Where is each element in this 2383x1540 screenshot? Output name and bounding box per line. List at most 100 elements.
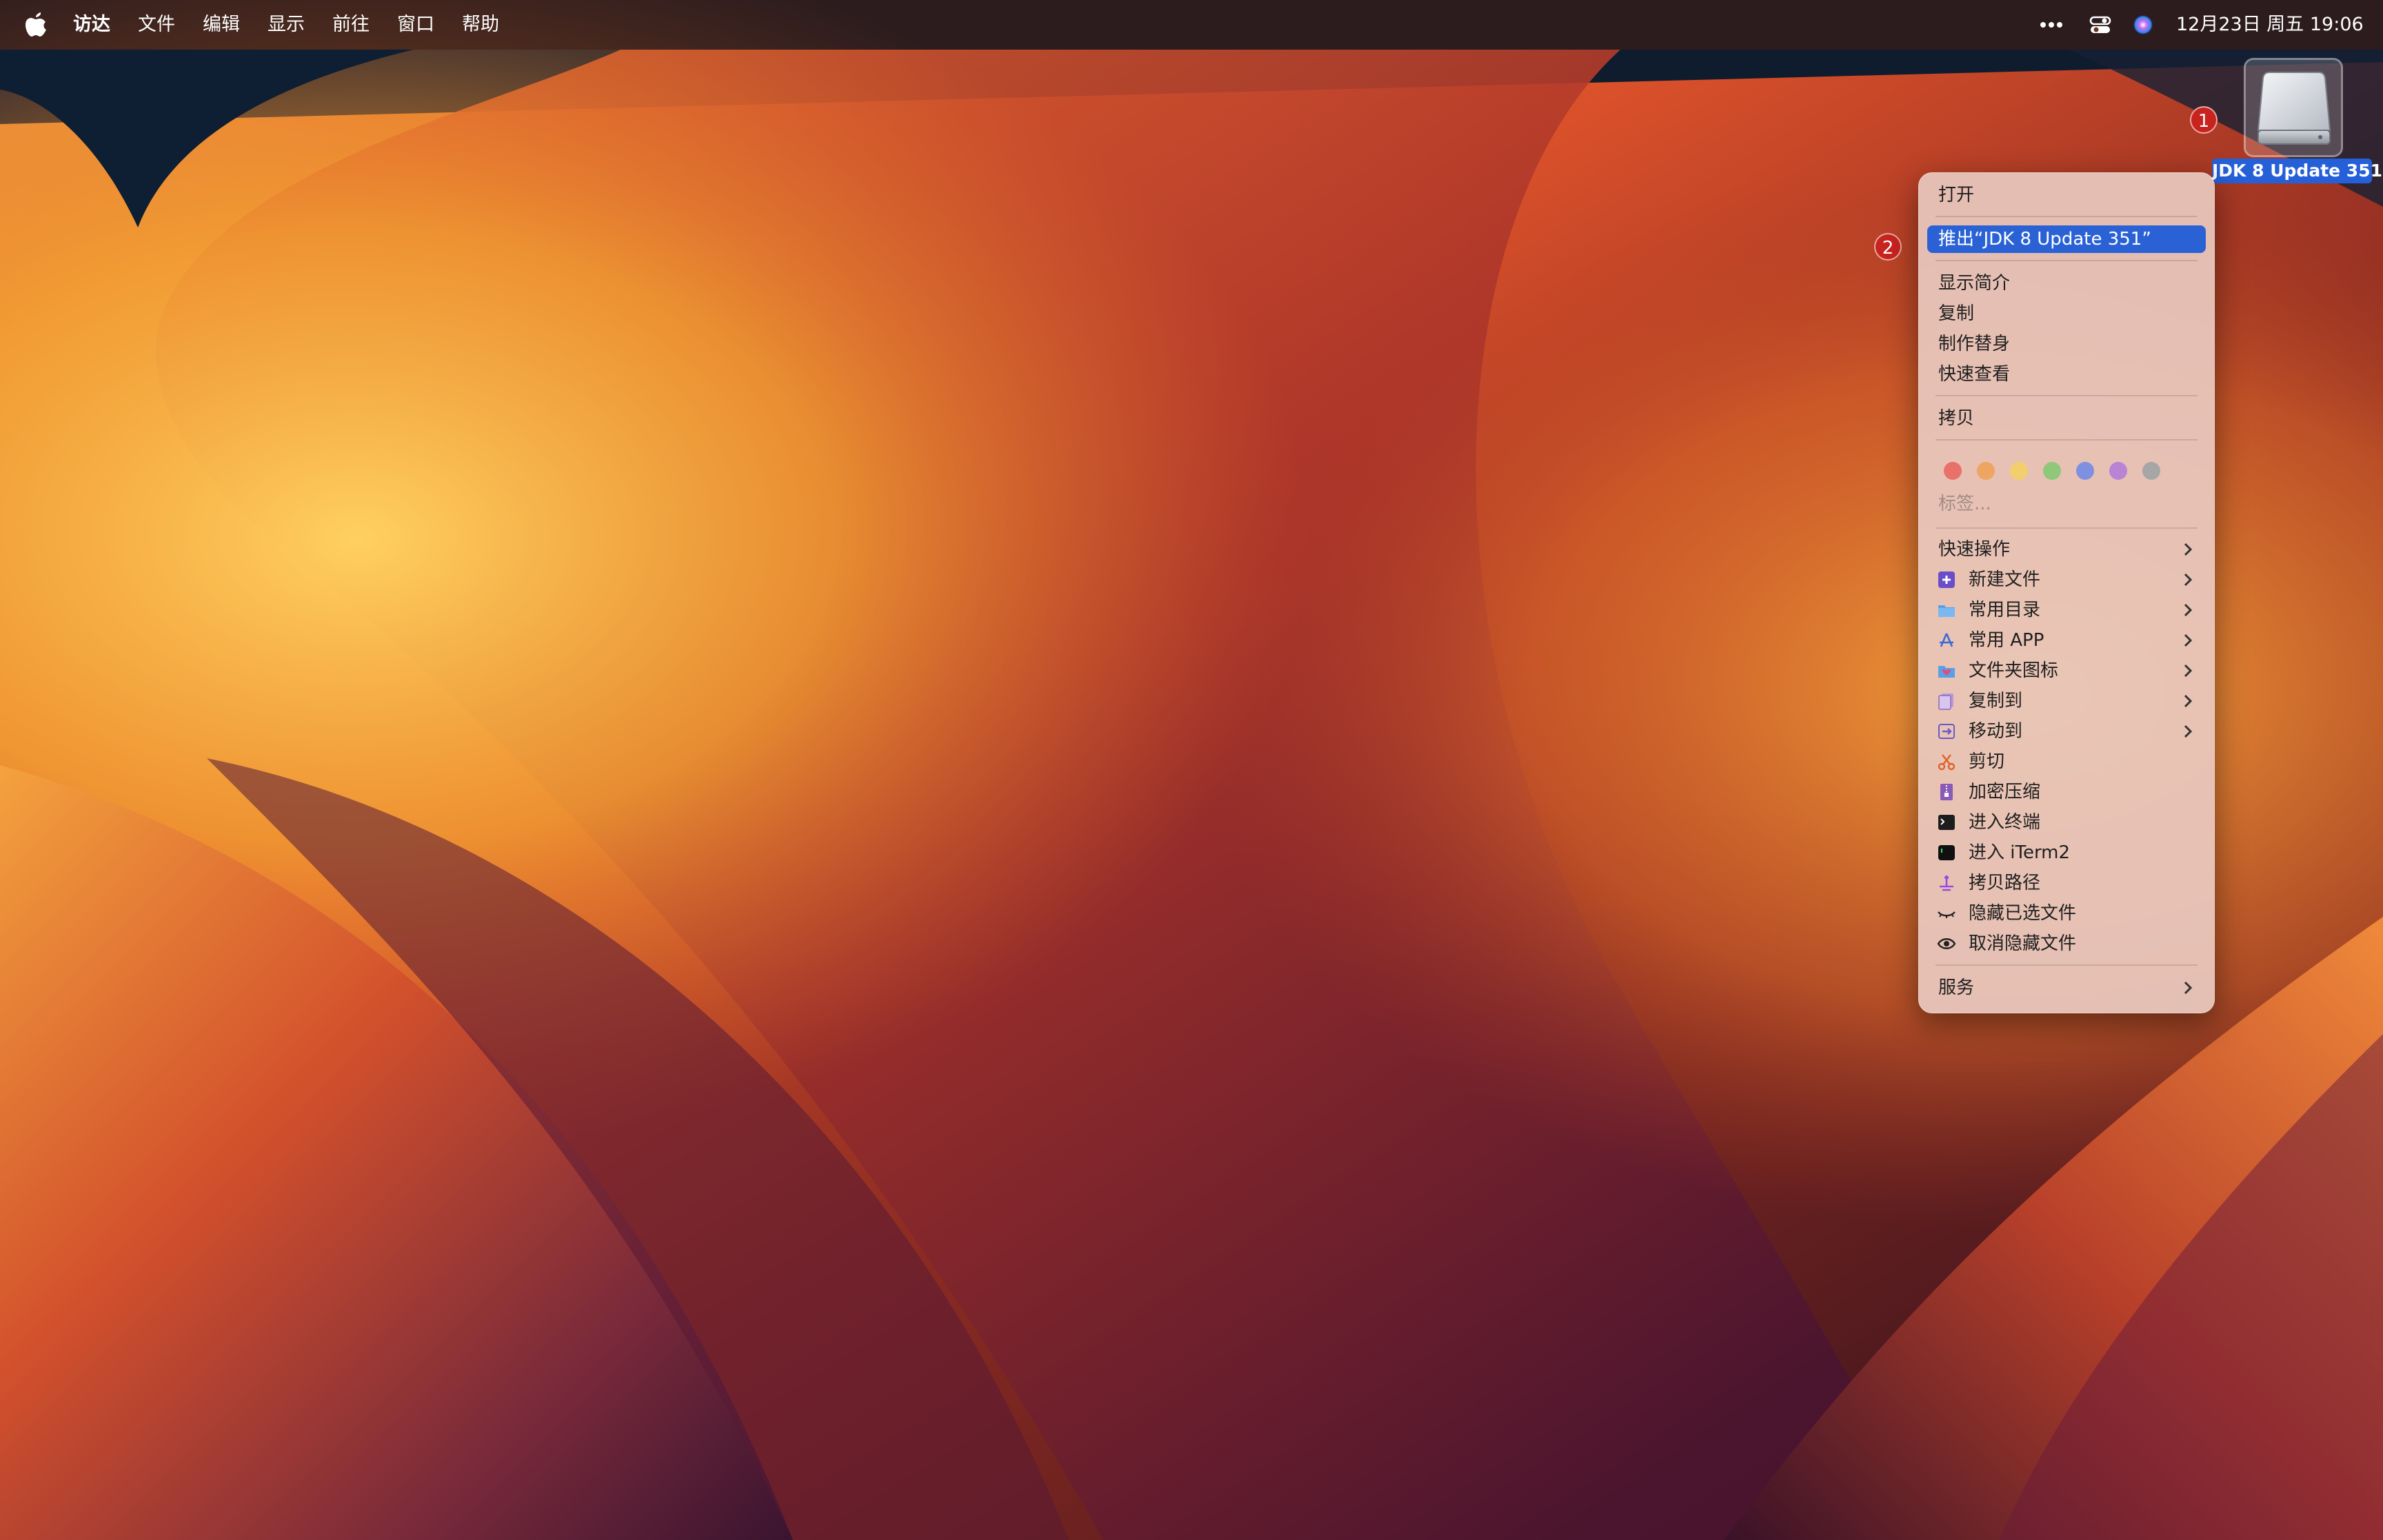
menu-item-copy-path[interactable]: 拷贝路径 xyxy=(1927,869,2206,897)
terminal-icon xyxy=(1938,815,1955,830)
menu-item-label: 拷贝 xyxy=(1938,408,1975,429)
tag-color-yellow[interactable] xyxy=(2010,462,2028,480)
context-menu: 打开 推出“JDK 8 Update 351” 显示简介 复制 制作替身 快速查… xyxy=(1918,172,2215,1013)
menu-item-open-terminal[interactable]: 进入终端 xyxy=(1927,809,2206,836)
menu-separator xyxy=(1935,527,2198,529)
move-to-icon xyxy=(1938,724,1955,739)
tag-color-picker xyxy=(1935,459,2198,483)
copy-to-icon xyxy=(1938,693,1953,710)
more-icon[interactable] xyxy=(2040,18,2063,32)
menu-view[interactable]: 显示 xyxy=(268,14,305,36)
copy-path-icon xyxy=(1940,875,1953,891)
menu-help[interactable]: 帮助 xyxy=(462,14,499,36)
chevron-right-icon xyxy=(2184,664,2193,678)
chevron-right-icon xyxy=(2184,694,2193,708)
tag-color-purple[interactable] xyxy=(2109,462,2127,480)
menu-edit[interactable]: 编辑 xyxy=(203,14,240,36)
menu-bar: 访达 文件 编辑 显示 前往 窗口 帮助 12月23日 周五 19:06 xyxy=(0,0,2383,50)
scissors-icon xyxy=(1938,754,1955,771)
step-badge-1: 1 xyxy=(2190,106,2218,134)
menu-app-finder[interactable]: 访达 xyxy=(73,14,110,36)
menu-item-label: 复制到 xyxy=(1969,691,2023,711)
drive-label[interactable]: JDK 8 Update 351 xyxy=(2212,159,2382,183)
tag-color-orange[interactable] xyxy=(1977,462,1995,480)
iterm2-icon xyxy=(1938,845,1955,860)
menu-item-label: 复制 xyxy=(1938,303,1975,324)
menu-item-label: 服务 xyxy=(1938,977,1975,998)
app-store-icon xyxy=(1940,633,1953,647)
chevron-right-icon xyxy=(2184,981,2193,995)
menu-item-services[interactable]: 服务 xyxy=(1927,974,2206,1002)
menu-item-make-alias[interactable]: 制作替身 xyxy=(1927,330,2206,358)
menu-item-open[interactable]: 打开 xyxy=(1927,181,2206,209)
menu-item-common-dirs[interactable]: 常用目录 xyxy=(1927,596,2206,624)
new-file-icon xyxy=(1938,571,1955,588)
menu-item-label: 制作替身 xyxy=(1938,334,2011,354)
chevron-right-icon xyxy=(2184,543,2193,556)
menu-item-tags[interactable]: 标签... xyxy=(1927,490,2206,518)
menu-item-hide-selected[interactable]: 隐藏已选文件 xyxy=(1927,900,2206,927)
menu-item-label: 取消隐藏文件 xyxy=(1969,933,2077,954)
menu-item-common-apps[interactable]: 常用 APP xyxy=(1927,627,2206,654)
menu-item-label: 进入 iTerm2 xyxy=(1969,842,2071,863)
menu-item-label: 隐藏已选文件 xyxy=(1969,903,2077,924)
menu-file[interactable]: 文件 xyxy=(138,14,175,36)
menu-item-label: 快速查看 xyxy=(1938,364,2011,385)
folder-icon xyxy=(1938,605,1955,617)
chevron-right-icon xyxy=(2184,573,2193,587)
menu-item-label: 常用目录 xyxy=(1969,600,2041,620)
menu-go[interactable]: 前往 xyxy=(332,14,370,36)
menu-separator xyxy=(1935,216,2198,217)
menu-item-move-to[interactable]: 移动到 xyxy=(1927,718,2206,745)
menu-item-label: 打开 xyxy=(1938,185,1975,205)
tag-color-blue[interactable] xyxy=(2076,462,2094,480)
menu-separator xyxy=(1935,439,2198,440)
menu-item-copy-to[interactable]: 复制到 xyxy=(1927,687,2206,715)
menu-bar-clock[interactable]: 12月23日 周五 19:06 xyxy=(2176,14,2364,36)
menu-item-folder-icon[interactable]: 文件夹图标 xyxy=(1927,657,2206,685)
menu-item-label: 显示简介 xyxy=(1938,273,2011,294)
folder-heart-icon xyxy=(1938,666,1955,678)
menu-item-label: 剪切 xyxy=(1969,751,2005,772)
tag-color-green[interactable] xyxy=(2043,462,2061,480)
menu-item-label: 新建文件 xyxy=(1969,569,2041,590)
eye-closed-icon xyxy=(1938,911,1955,918)
menu-item-cut[interactable]: 剪切 xyxy=(1927,748,2206,776)
menu-separator xyxy=(1935,964,2198,966)
menu-item-label: 推出“JDK 8 Update 351” xyxy=(1938,229,2151,250)
menu-item-label: 移动到 xyxy=(1969,721,2023,742)
menu-item-get-info[interactable]: 显示简介 xyxy=(1927,270,2206,297)
external-drive-icon xyxy=(2257,72,2331,145)
menu-item-duplicate[interactable]: 复制 xyxy=(1927,300,2206,327)
menu-item-label: 标签... xyxy=(1938,494,1991,514)
menu-item-unhide-files[interactable]: 取消隐藏文件 xyxy=(1927,930,2206,958)
menu-item-label: 拷贝路径 xyxy=(1969,873,2041,893)
siri-icon[interactable] xyxy=(2132,14,2154,36)
menu-item-new-file[interactable]: 新建文件 xyxy=(1927,566,2206,594)
chevron-right-icon xyxy=(2184,725,2193,738)
chevron-right-icon xyxy=(2184,634,2193,647)
eye-icon xyxy=(1937,938,1956,949)
jdk-disk-image-icon[interactable] xyxy=(2244,58,2343,157)
menu-item-eject[interactable]: 推出“JDK 8 Update 351” xyxy=(1927,225,2206,253)
menu-item-open-iterm2[interactable]: 进入 iTerm2 xyxy=(1927,839,2206,867)
menu-item-label: 进入终端 xyxy=(1969,812,2041,833)
menu-separator xyxy=(1935,395,2198,396)
menu-window[interactable]: 窗口 xyxy=(397,14,434,36)
menu-separator xyxy=(1935,260,2198,261)
menu-item-label: 文件夹图标 xyxy=(1969,660,2059,681)
tag-color-red[interactable] xyxy=(1944,462,1962,480)
menu-item-label: 快速操作 xyxy=(1938,539,2011,560)
menu-item-quick-look[interactable]: 快速查看 xyxy=(1927,361,2206,388)
menu-item-label: 常用 APP xyxy=(1969,630,2044,651)
menu-item-encrypt-zip[interactable]: 加密压缩 xyxy=(1927,778,2206,806)
menu-item-label: 加密压缩 xyxy=(1969,782,2041,802)
zip-lock-icon xyxy=(1940,784,1953,800)
apple-menu-icon[interactable] xyxy=(25,12,47,37)
menu-item-copy[interactable]: 拷贝 xyxy=(1927,405,2206,432)
control-center-icon[interactable] xyxy=(2089,14,2111,36)
step-badge-2: 2 xyxy=(1874,233,1902,261)
tag-color-gray[interactable] xyxy=(2142,462,2160,480)
menu-item-quick-actions[interactable]: 快速操作 xyxy=(1927,536,2206,563)
chevron-right-icon xyxy=(2184,603,2193,617)
